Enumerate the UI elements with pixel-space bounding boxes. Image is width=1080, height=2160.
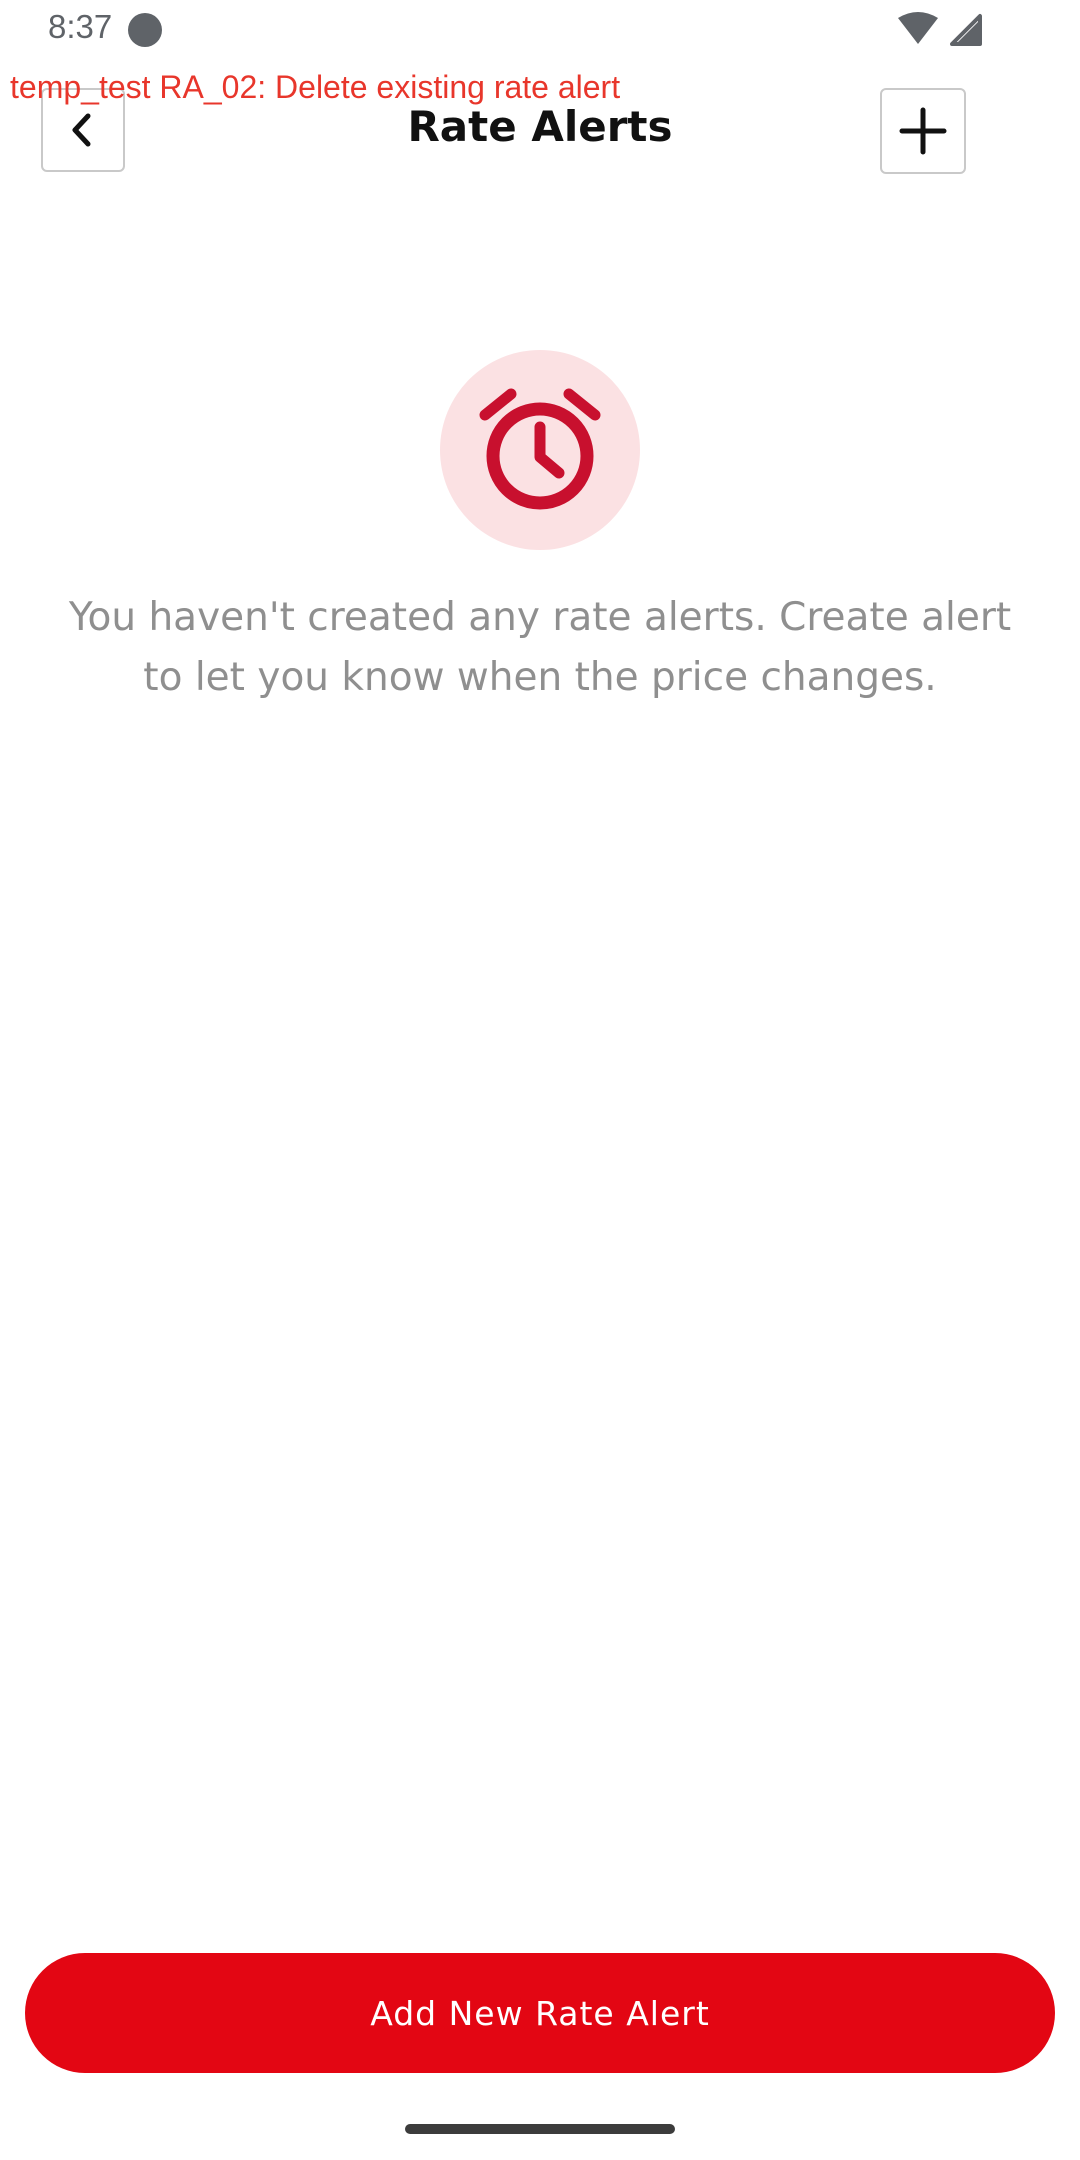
status-icons bbox=[898, 12, 982, 46]
add-new-rate-alert-button[interactable]: Add New Rate Alert bbox=[25, 1953, 1055, 2073]
debug-banner: temp_test RA_02: Delete existing rate al… bbox=[10, 69, 621, 105]
wifi-icon bbox=[898, 12, 938, 44]
empty-state-message: You haven't created any rate alerts. Cre… bbox=[68, 595, 1012, 700]
notification-dot-icon bbox=[128, 13, 162, 47]
add-alert-icon-button[interactable] bbox=[880, 88, 966, 174]
status-time: 8:37 bbox=[48, 8, 113, 45]
plus-icon bbox=[899, 107, 947, 155]
home-indicator[interactable] bbox=[405, 2124, 675, 2134]
add-new-rate-alert-label: Add New Rate Alert bbox=[370, 1993, 710, 2033]
empty-state-icon-circle bbox=[440, 350, 640, 550]
status-bar: 8:37 bbox=[0, 0, 1080, 60]
signal-icon bbox=[950, 14, 982, 46]
alarm-clock-icon bbox=[479, 388, 601, 510]
